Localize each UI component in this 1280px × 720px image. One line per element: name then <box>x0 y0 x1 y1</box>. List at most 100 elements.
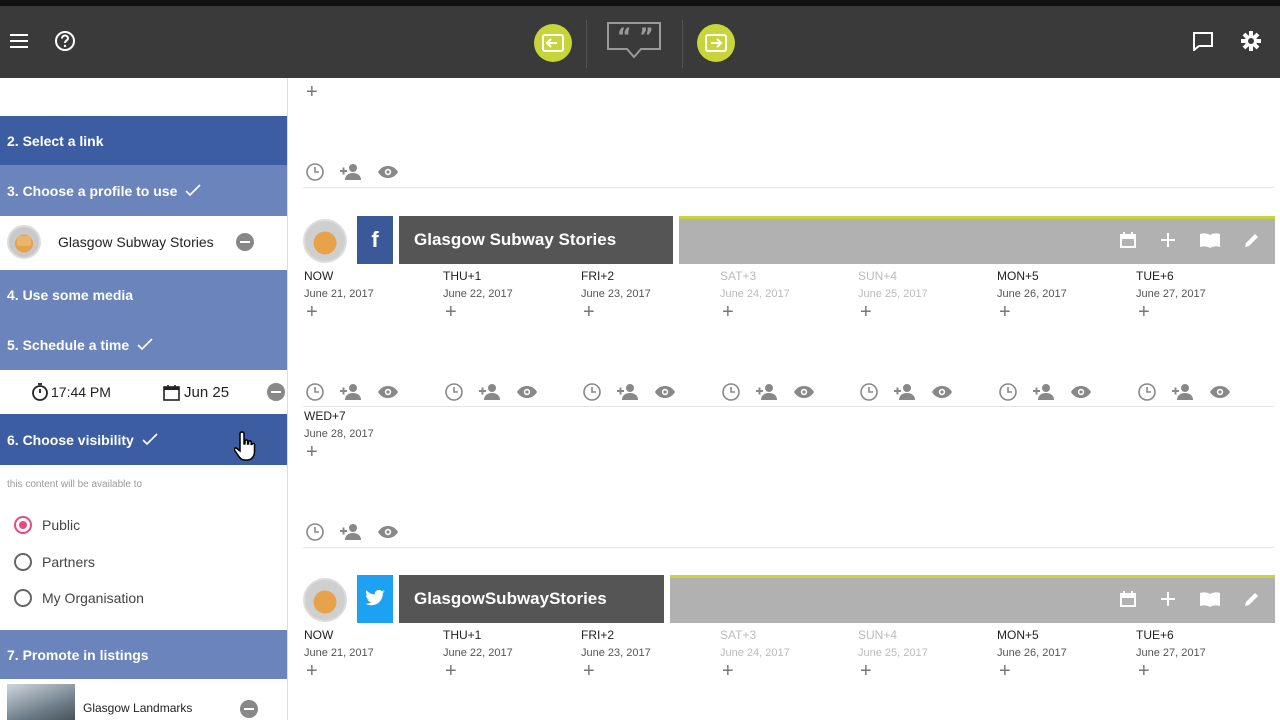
eye-icon[interactable] <box>931 385 953 399</box>
facebook-icon: f <box>357 216 393 264</box>
add-post-plus-icon[interactable]: + <box>999 302 1011 322</box>
quote-icon[interactable]: “ ” <box>604 20 664 60</box>
add-post-plus-icon[interactable]: + <box>860 661 872 681</box>
add-person-icon[interactable] <box>616 383 640 401</box>
add-person-icon[interactable] <box>755 383 779 401</box>
day-name: SAT+3 <box>720 269 757 283</box>
calendar-area: + f Glasgow Subway Stories NOW June 21, 2… <box>289 78 1280 720</box>
eye-icon[interactable] <box>654 385 676 399</box>
step-promote-listings[interactable]: 7. Promote in listings <box>0 630 287 679</box>
step-select-link[interactable]: 2. Select a link <box>0 116 287 165</box>
add-person-icon[interactable] <box>339 383 363 401</box>
clock-icon[interactable] <box>444 382 464 402</box>
radio-organisation[interactable] <box>14 589 32 607</box>
calendar-icon[interactable] <box>1119 590 1137 608</box>
add-post-plus-icon[interactable]: + <box>445 302 457 322</box>
add-post-plus-icon[interactable]: + <box>583 661 595 681</box>
add-post-plus-icon[interactable]: + <box>1138 661 1150 681</box>
step-label: 6. Choose visibility <box>7 431 134 448</box>
help-icon[interactable] <box>48 24 82 58</box>
add-post-plus-icon[interactable]: + <box>1138 302 1150 322</box>
eye-icon[interactable] <box>1070 385 1092 399</box>
clock-icon[interactable] <box>1137 382 1157 402</box>
clock-icon[interactable] <box>721 382 741 402</box>
book-icon[interactable] <box>1199 231 1221 249</box>
add-person-icon[interactable] <box>339 163 363 181</box>
day-column: NOW June 21, 2017 <box>304 628 424 659</box>
add-post-plus-icon[interactable]: + <box>860 302 872 322</box>
edit-icon[interactable] <box>1243 231 1261 249</box>
menu-icon[interactable] <box>2 24 36 58</box>
step-choose-profile[interactable]: 3. Choose a profile to use <box>0 165 287 216</box>
day-date: June 27, 2017 <box>1136 288 1206 300</box>
step-label: 2. Select a link <box>7 132 104 149</box>
slot-actions <box>859 382 953 402</box>
logout-icon[interactable] <box>697 24 735 62</box>
add-post-plus-icon[interactable]: + <box>306 302 318 322</box>
add-icon[interactable] <box>1159 231 1177 249</box>
clock-icon[interactable] <box>305 522 325 542</box>
schedule-row: 17:44 PM Jun 25 <box>0 370 287 414</box>
day-column: NOW June 21, 2017 <box>304 269 424 300</box>
add-person-icon[interactable] <box>478 383 502 401</box>
add-post-plus-icon[interactable]: + <box>306 661 318 681</box>
eye-icon[interactable] <box>793 385 815 399</box>
slot-actions <box>444 382 538 402</box>
login-icon[interactable] <box>534 24 572 62</box>
visibility-option-public[interactable]: Public <box>14 516 80 534</box>
add-icon[interactable] <box>1159 590 1177 608</box>
clock-icon[interactable] <box>305 382 325 402</box>
clock-icon[interactable] <box>998 382 1018 402</box>
schedule-time[interactable]: 17:44 PM <box>51 384 163 400</box>
add-post-plus-icon[interactable]: + <box>306 442 318 462</box>
clock-icon[interactable] <box>582 382 602 402</box>
clock-icon[interactable] <box>859 382 879 402</box>
add-post-plus-icon[interactable]: + <box>999 661 1011 681</box>
add-person-icon[interactable] <box>1171 383 1195 401</box>
edit-icon[interactable] <box>1243 590 1261 608</box>
remove-listing-button[interactable] <box>240 700 258 718</box>
add-post-plus-icon[interactable]: + <box>722 661 734 681</box>
add-person-icon[interactable] <box>893 383 917 401</box>
add-post-plus-icon[interactable]: + <box>722 302 734 322</box>
calendar-icon[interactable] <box>1119 231 1137 249</box>
eye-icon[interactable] <box>377 525 399 539</box>
clock-icon[interactable] <box>305 162 325 182</box>
day-column: WED+7 June 28, 2017 <box>304 409 424 440</box>
add-person-icon[interactable] <box>1032 383 1056 401</box>
day-column: SUN+4 June 25, 2017 <box>858 269 978 300</box>
slot-actions <box>305 382 399 402</box>
check-icon <box>142 432 158 448</box>
day-date: June 25, 2017 <box>858 288 928 300</box>
radio-partners[interactable] <box>14 553 32 571</box>
remove-profile-button[interactable] <box>236 233 254 251</box>
eye-icon[interactable] <box>516 385 538 399</box>
day-name: SUN+4 <box>858 628 898 642</box>
day-date: June 21, 2017 <box>304 288 374 300</box>
step-label: 3. Choose a profile to use <box>7 182 178 199</box>
schedule-date[interactable]: Jun 25 <box>184 384 238 401</box>
slot-actions <box>998 382 1092 402</box>
add-post-plus-icon[interactable]: + <box>583 302 595 322</box>
day-column: SAT+3 June 24, 2017 <box>720 269 840 300</box>
gear-icon[interactable] <box>1234 24 1268 58</box>
step-use-media[interactable]: 4. Use some media <box>0 270 287 319</box>
add-post-plus-icon[interactable]: + <box>306 82 318 102</box>
day-date: June 24, 2017 <box>720 647 790 659</box>
visibility-option-partners[interactable]: Partners <box>14 553 95 571</box>
radio-public[interactable] <box>14 516 32 534</box>
chat-icon[interactable] <box>1186 24 1220 58</box>
option-label: Partners <box>42 554 95 570</box>
visibility-option-organisation[interactable]: My Organisation <box>14 589 144 607</box>
day-column: TUE+6 June 27, 2017 <box>1136 269 1256 300</box>
divider <box>303 406 1274 407</box>
add-person-icon[interactable] <box>339 523 363 541</box>
eye-icon[interactable] <box>1209 385 1231 399</box>
eye-icon[interactable] <box>377 385 399 399</box>
step-schedule-time[interactable]: 5. Schedule a time <box>0 319 287 370</box>
add-post-plus-icon[interactable]: + <box>445 661 457 681</box>
book-icon[interactable] <box>1199 590 1221 608</box>
eye-icon[interactable] <box>377 165 399 179</box>
day-date: June 22, 2017 <box>443 288 513 300</box>
remove-schedule-button[interactable] <box>267 383 285 401</box>
